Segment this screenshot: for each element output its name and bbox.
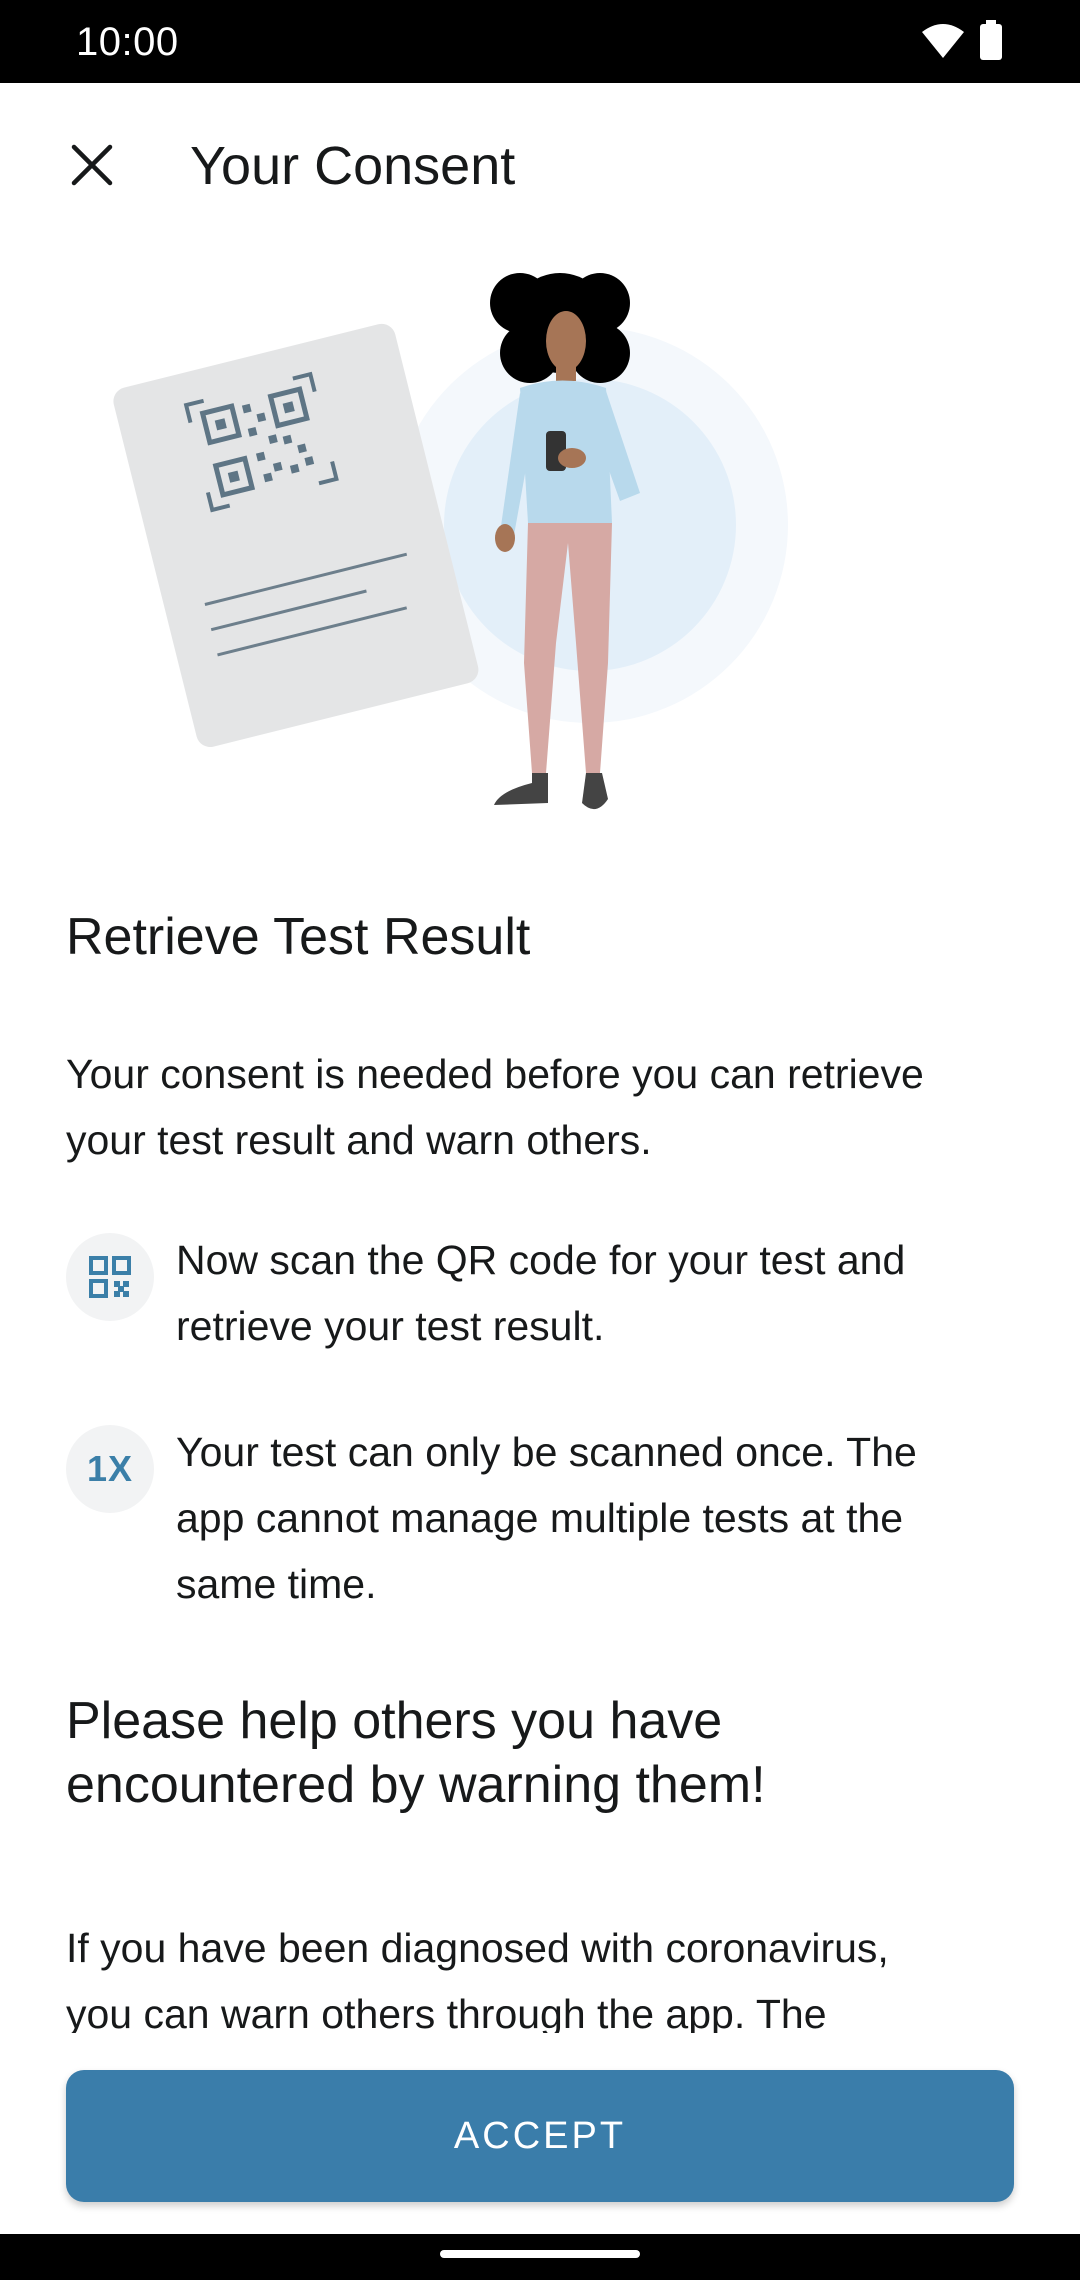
bullet-line: same time.: [176, 1561, 377, 1607]
navigation-bar: [0, 2234, 1080, 2280]
intro-line-2: your test result and warn others.: [66, 1117, 652, 1163]
once-badge: 1X: [66, 1425, 154, 1513]
1x-icon: 1X: [86, 1448, 134, 1489]
bullet-line: app cannot manage multiple tests at the: [176, 1495, 904, 1541]
intro-line-1: Your consent is needed before you can re…: [66, 1051, 924, 1097]
section-heading-warn-line-2: encountered by warning them!: [66, 1756, 766, 1814]
warn-para-line-1: If you have been diagnosed with coronavi…: [66, 1925, 889, 1971]
consent-illustration: [113, 273, 788, 810]
bullet-line: retrieve your test result.: [176, 1303, 605, 1349]
qr-code-icon: [89, 1256, 131, 1298]
close-button[interactable]: [60, 133, 124, 197]
page-title: Your Consent: [190, 136, 516, 196]
consent-content[interactable]: Retrieve Test Result Your consent is nee…: [0, 833, 1080, 2033]
status-bar: 10:00: [0, 0, 1080, 83]
status-time: 10:00: [76, 20, 179, 64]
battery-icon: [980, 20, 1002, 60]
app-bar: Your Consent: [0, 83, 1080, 243]
accept-button[interactable]: ACCEPT: [66, 2070, 1014, 2202]
warn-para-line-2: you can warn others through the app. The: [66, 1991, 827, 2033]
qr-badge: [66, 1233, 154, 1321]
section-heading-warn-line-1: Please help others you have: [66, 1692, 723, 1750]
bullet-line: Your test can only be scanned once. The: [176, 1429, 917, 1475]
close-icon: [71, 144, 113, 186]
wifi-icon: [922, 24, 964, 58]
bullet-line: Now scan the QR code for your test and: [176, 1237, 906, 1283]
section-heading-retrieve: Retrieve Test Result: [66, 908, 531, 966]
home-handle[interactable]: [440, 2250, 640, 2258]
